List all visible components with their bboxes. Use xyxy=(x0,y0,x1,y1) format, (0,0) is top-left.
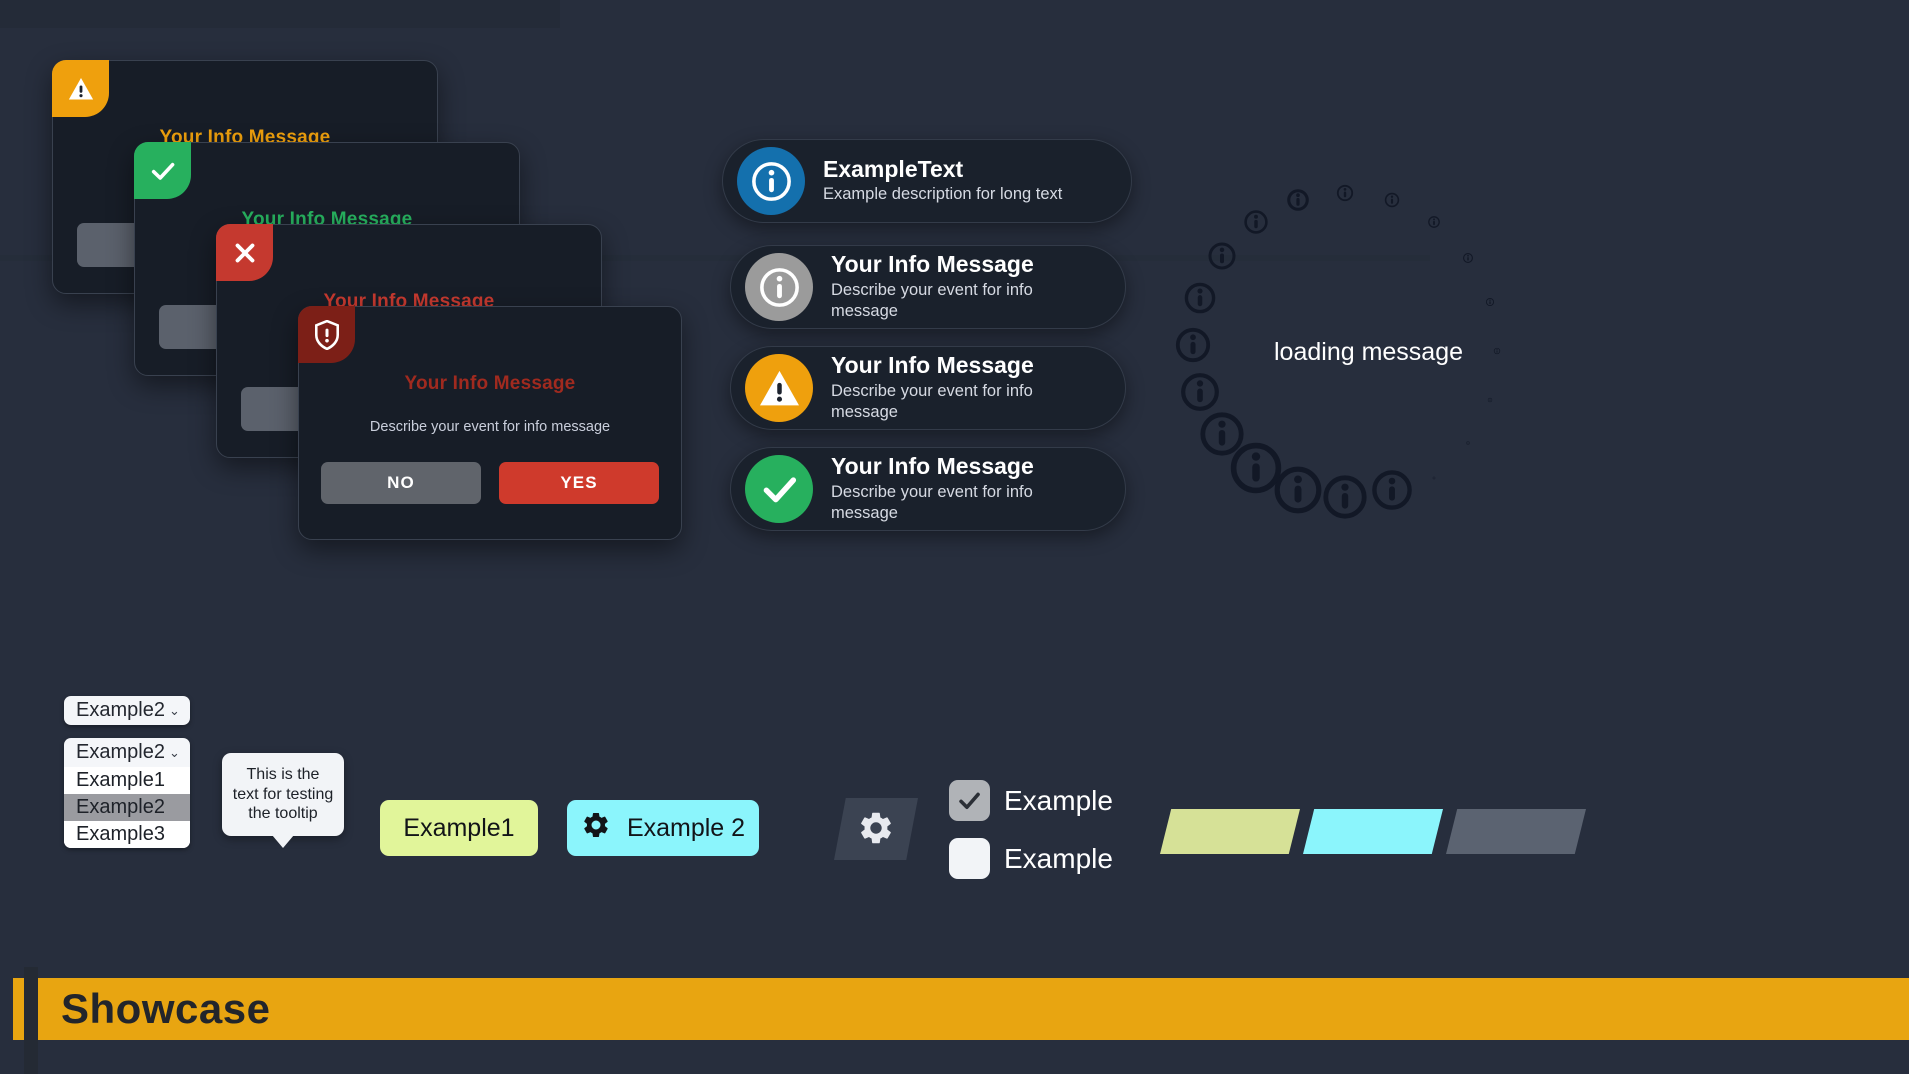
shield-alert-icon xyxy=(298,306,355,363)
select-open[interactable]: Example2 ⌄ Example1 Example2 Example3 xyxy=(64,738,190,848)
notification-text: Your Info Message Describe your event for… xyxy=(831,251,1099,322)
gear-icon xyxy=(857,809,895,850)
chevron-down-icon: ⌄ xyxy=(168,703,180,718)
notification-title: ExampleText xyxy=(823,155,964,182)
progress-bar[interactable] xyxy=(1160,809,1586,854)
check-circle-icon xyxy=(745,455,813,523)
confirm-dialog-body: Describe your event for info message xyxy=(369,419,611,435)
info-circle-icon xyxy=(1336,184,1354,202)
warning-triangle-icon xyxy=(745,354,813,422)
confirm-dialog: Your Info Message Describe your event fo… xyxy=(298,306,682,540)
select-option[interactable]: Example2 xyxy=(64,794,190,821)
notification-description: Describe your event for info message xyxy=(831,381,1033,421)
confirm-yes-button[interactable]: YES xyxy=(499,462,659,504)
select-closed[interactable]: Example2 ⌄ xyxy=(64,696,190,725)
info-circle-icon xyxy=(1174,326,1212,364)
checkbox-label: Example xyxy=(1004,842,1113,874)
chevron-down-icon: ⌄ xyxy=(168,745,180,760)
checkbox-checked[interactable] xyxy=(949,780,990,821)
checkbox-label: Example xyxy=(1004,784,1113,816)
info-circle-icon xyxy=(1493,342,1501,355)
notification-title: Your Info Message xyxy=(831,251,1034,278)
info-circle-icon xyxy=(1183,281,1217,315)
settings-gear-button[interactable] xyxy=(834,798,918,860)
check-icon xyxy=(134,142,191,199)
confirm-dialog-title: Your Info Message xyxy=(404,373,576,394)
notification-description: Describe your event for info message xyxy=(831,482,1033,522)
notification-card-info-blue[interactable]: ExampleText Example description for long … xyxy=(722,139,1132,223)
notification-text: Your Info Message Describe your event for… xyxy=(831,453,1099,524)
showcase-banner-title: Showcase xyxy=(61,985,271,1032)
example2-button-label: Example 2 xyxy=(626,813,746,842)
notification-text: Your Info Message Describe your event for… xyxy=(831,352,1099,423)
notification-text: ExampleText Example description for long … xyxy=(823,155,1105,206)
info-circle-icon xyxy=(1207,241,1237,271)
info-circle-icon xyxy=(1286,188,1310,212)
info-circle-icon xyxy=(1179,371,1221,413)
showcase-banner-accent-bar xyxy=(24,967,38,1074)
info-circle-icon xyxy=(1432,466,1436,480)
close-x-icon xyxy=(216,224,273,281)
select-option[interactable]: Example1 xyxy=(64,767,190,794)
notification-card-info-grey[interactable]: Your Info Message Describe your event for… xyxy=(730,245,1126,329)
info-circle-icon xyxy=(1198,410,1246,458)
warning-triangle-icon xyxy=(52,60,109,117)
background-blotch xyxy=(0,0,560,28)
example1-button-label: Example1 xyxy=(403,813,515,842)
segment-grey[interactable] xyxy=(1446,809,1586,854)
select-options-list: Example1 Example2 Example3 xyxy=(64,767,190,848)
example1-button[interactable]: Example1 xyxy=(380,800,538,856)
select-value-label: Example2 xyxy=(76,741,165,763)
tooltip: This is the text for testing the tooltip xyxy=(222,753,344,848)
checkbox-unchecked[interactable] xyxy=(949,838,990,879)
notification-description: Describe your event for info message xyxy=(831,280,1033,320)
gear-icon xyxy=(581,810,611,847)
notification-title: Your Info Message xyxy=(831,453,1034,480)
checkbox-1[interactable]: Example xyxy=(949,780,1113,821)
confirm-no-button[interactable]: NO xyxy=(321,462,481,504)
select-value[interactable]: Example2 ⌄ xyxy=(64,738,190,767)
info-circle-icon xyxy=(1428,216,1441,229)
checkbox-2[interactable]: Example xyxy=(949,838,1113,879)
confirm-dialog-buttons: NO YES xyxy=(299,462,681,504)
segment-lime[interactable] xyxy=(1160,809,1300,854)
example2-button[interactable]: Example 2 xyxy=(567,800,759,856)
info-circle-icon xyxy=(1384,192,1400,208)
segment-cyan[interactable] xyxy=(1303,809,1443,854)
info-circle-icon xyxy=(1321,473,1369,521)
notification-card-success-green[interactable]: Your Info Message Describe your event for… xyxy=(730,447,1126,531)
info-circle-icon xyxy=(1243,209,1269,235)
select-value[interactable]: Example2 ⌄ xyxy=(64,696,190,725)
notification-description: Example description for long text xyxy=(823,185,1063,204)
info-circle-icon xyxy=(745,253,813,321)
info-circle-icon xyxy=(1466,432,1470,446)
notification-card-warning-amber[interactable]: Your Info Message Describe your event for… xyxy=(730,346,1126,430)
select-value-label: Example2 xyxy=(76,699,165,721)
info-circle-icon xyxy=(1462,250,1473,263)
showcase-canvas: Your Info Message Your Info Message Your I… xyxy=(0,0,1909,1074)
info-circle-icon xyxy=(737,147,805,215)
notification-title: Your Info Message xyxy=(831,352,1034,379)
info-circle-icon xyxy=(1370,468,1414,512)
info-circle-icon xyxy=(1485,294,1494,307)
select-option[interactable]: Example3 xyxy=(64,821,190,848)
info-circle-icon xyxy=(1487,389,1492,403)
loading-message-label: loading message xyxy=(1274,338,1464,366)
showcase-banner: Showcase xyxy=(13,978,1909,1040)
